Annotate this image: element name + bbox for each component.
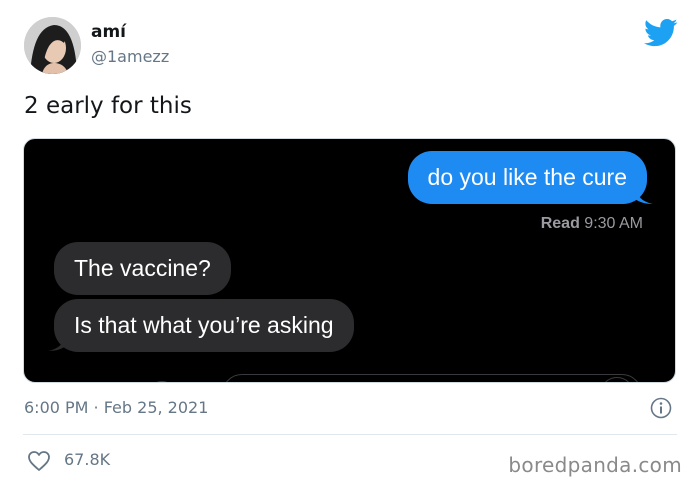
incoming-message-text: Is that what you’re asking [74,312,334,338]
outgoing-message-text: do you like the cure [427,164,627,190]
twitter-bird-icon[interactable] [644,18,678,48]
incoming-bubble-tail [48,334,66,351]
message-input-outline [222,374,642,382]
read-receipt: Read 9:30 AM [541,215,643,233]
avatar[interactable] [24,17,81,74]
read-receipt-time: 9:30 AM [584,215,643,232]
watermark: boredpanda.com [508,453,682,477]
outgoing-message-bubble: do you like the cure [407,151,647,204]
incoming-message-text: The vaccine? [74,255,211,281]
heart-icon[interactable] [27,450,51,472]
tweet-media-screenshot[interactable]: do you like the cure Read 9:30 AM The va… [23,138,676,383]
camera-button-outline [147,381,177,382]
like-count[interactable]: 67.8K [64,450,110,469]
tweet-text: 2 early for this [24,93,192,119]
tweet-timestamp[interactable]: 6:00 PM · Feb 25, 2021 [24,398,208,417]
incoming-message-bubble: The vaccine? [54,242,231,295]
read-receipt-label: Read [540,215,580,232]
author-display-name[interactable]: amí [91,22,126,42]
divider [23,434,677,435]
info-icon[interactable] [650,397,672,419]
outgoing-bubble-tail [635,187,653,204]
incoming-message-bubble: Is that what you’re asking [54,299,354,352]
author-handle[interactable]: @1amezz [91,47,169,66]
